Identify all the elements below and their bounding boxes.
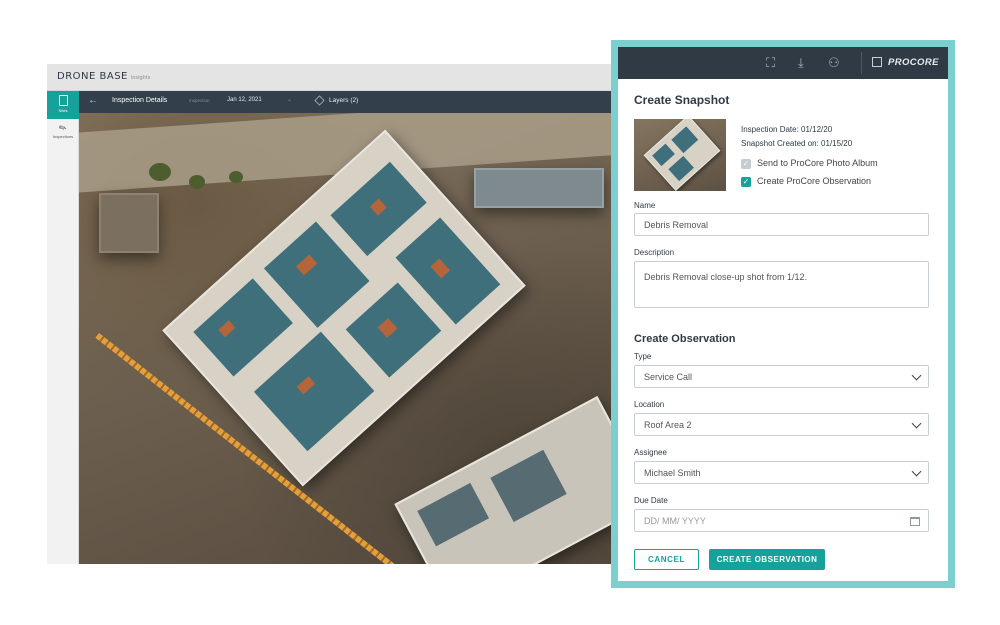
nav-item-sites[interactable]: Sites bbox=[47, 91, 79, 119]
room bbox=[671, 126, 699, 154]
chevron-down-icon[interactable]: ⌄ bbox=[287, 96, 292, 103]
tree bbox=[149, 163, 171, 181]
adjacent-building bbox=[394, 396, 637, 564]
download-icon[interactable]: ⤓ bbox=[798, 55, 804, 71]
room bbox=[417, 482, 490, 547]
tree bbox=[229, 171, 243, 183]
tree bbox=[189, 175, 205, 189]
description-field[interactable]: Debris Removal close-up shot from 1/12. bbox=[634, 261, 929, 308]
procore-link[interactable]: PROCORE bbox=[888, 57, 939, 68]
dialog-toolbar: ⛶ ⤓ ⚇ PROCORE bbox=[618, 47, 948, 79]
dialog-title: Create Snapshot bbox=[634, 93, 730, 107]
due-date-label: Due Date bbox=[634, 496, 668, 505]
layers-icon bbox=[314, 95, 325, 106]
chevron-down-icon bbox=[911, 466, 922, 477]
assignee-label: Assignee bbox=[634, 448, 667, 457]
app-window: DRONE BASE insights Sites ✎ Inspections ←… bbox=[47, 64, 637, 564]
create-observation-button[interactable]: CREATE OBSERVATION bbox=[709, 549, 825, 570]
screenshot-icon[interactable]: ⛶ bbox=[766, 55, 775, 71]
location-label: Location bbox=[634, 400, 665, 409]
checkbox-label: Send to ProCore Photo Album bbox=[757, 158, 878, 168]
clipboard-icon bbox=[58, 95, 68, 106]
type-select[interactable]: Service Call bbox=[634, 365, 929, 388]
brand-subtitle: insights bbox=[130, 75, 151, 81]
inspection-select-label: Inspection bbox=[189, 98, 210, 103]
add-user-icon[interactable]: ⚇ bbox=[828, 55, 840, 71]
brand-logo: DRONE BASE insights bbox=[57, 71, 150, 82]
snapshot-thumbnail bbox=[634, 119, 726, 191]
name-field[interactable]: Debris Removal bbox=[634, 213, 929, 236]
checkbox-label: Create ProCore Observation bbox=[757, 176, 872, 186]
chevron-down-icon bbox=[911, 370, 922, 381]
name-value: Debris Removal bbox=[644, 220, 709, 230]
room bbox=[253, 331, 375, 452]
room bbox=[652, 143, 675, 167]
due-date-input[interactable]: DD/ MM/ YYYY bbox=[634, 509, 929, 532]
nav-item-inspections[interactable]: ✎ Inspections bbox=[47, 121, 79, 145]
location-value: Roof Area 2 bbox=[644, 420, 692, 430]
snapshot-created-text: Snapshot Created on: 01/15/20 bbox=[741, 139, 853, 148]
toolbar-divider bbox=[861, 52, 862, 74]
location-select[interactable]: Roof Area 2 bbox=[634, 413, 929, 436]
app-titlebar: DRONE BASE insights bbox=[47, 64, 637, 91]
site-shed bbox=[99, 193, 159, 253]
external-link-icon[interactable] bbox=[872, 57, 882, 67]
due-date-placeholder: DD/ MM/ YYYY bbox=[644, 516, 706, 526]
layers-button[interactable]: Layers (2) bbox=[329, 97, 358, 104]
side-navigation: Sites ✎ Inspections bbox=[47, 91, 79, 564]
inspection-date-select[interactable]: Jan 12, 2021 bbox=[227, 97, 262, 103]
nav-label-sites: Sites bbox=[58, 108, 68, 113]
assignee-select[interactable]: Michael Smith bbox=[634, 461, 929, 484]
back-arrow-icon[interactable]: ← bbox=[88, 95, 98, 106]
checkbox-checked[interactable]: ✓ bbox=[741, 177, 751, 187]
page-title: Inspection Details bbox=[112, 97, 168, 104]
cancel-button[interactable]: CANCEL bbox=[634, 549, 699, 570]
description-value: Debris Removal close-up shot from 1/12. bbox=[644, 272, 808, 282]
create-observation-heading: Create Observation bbox=[634, 333, 736, 345]
inspection-date-text: Inspection Date: 01/12/20 bbox=[741, 125, 833, 134]
type-value: Service Call bbox=[644, 372, 693, 382]
screen: DRONE BASE insights Sites ✎ Inspections ←… bbox=[0, 0, 1000, 625]
description-label: Description bbox=[634, 248, 675, 257]
type-label: Type bbox=[634, 352, 652, 361]
aerial-site-photo[interactable] bbox=[79, 113, 637, 564]
inspection-toolbar: ← Inspection Details Inspection Jan 12, … bbox=[79, 91, 637, 113]
assignee-value: Michael Smith bbox=[644, 468, 701, 478]
create-snapshot-dialog: ⛶ ⤓ ⚇ PROCORE Create Snapshot Inspection… bbox=[611, 40, 955, 588]
brand-name: DRONE BASE bbox=[57, 71, 128, 82]
checkbox-unchecked[interactable]: ✓ bbox=[741, 159, 751, 169]
chevron-down-icon bbox=[911, 418, 922, 429]
thumbnail-building bbox=[643, 119, 721, 191]
name-label: Name bbox=[634, 201, 656, 210]
room bbox=[490, 449, 567, 523]
room bbox=[193, 278, 293, 377]
room bbox=[668, 155, 694, 182]
site-shed bbox=[474, 168, 604, 208]
calendar-icon[interactable] bbox=[910, 517, 920, 526]
